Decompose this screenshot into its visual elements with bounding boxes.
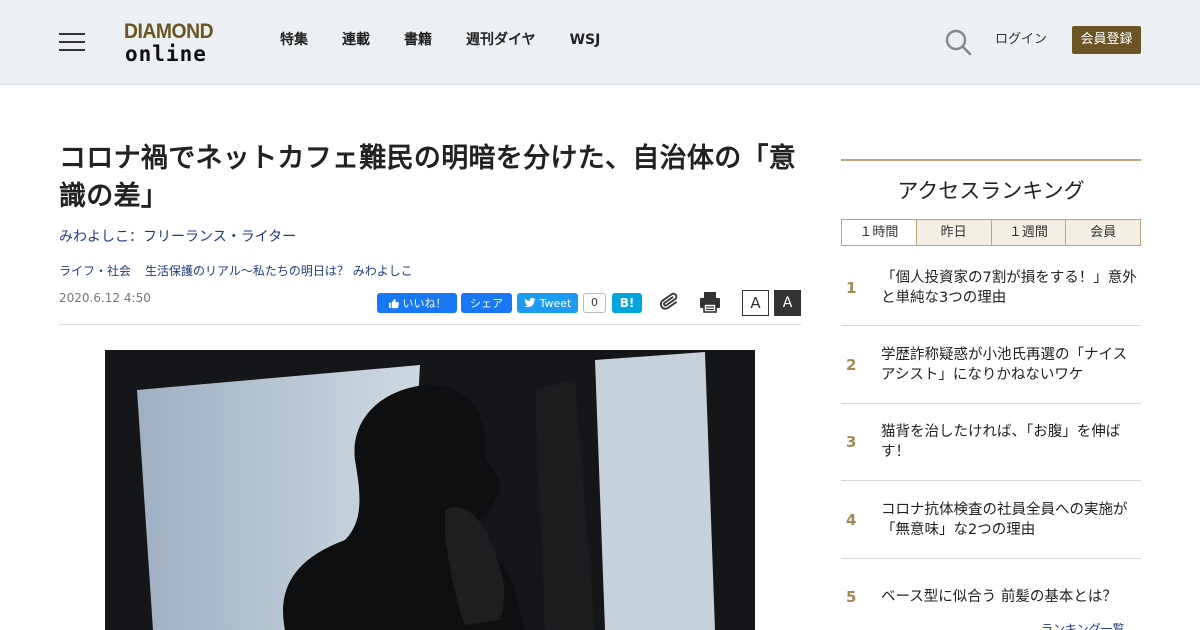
rank-number: 5 — [846, 588, 857, 607]
register-button[interactable]: 会員登録 — [1072, 26, 1141, 54]
tag-category[interactable]: ライフ・社会 — [59, 262, 131, 280]
logo-diamond: DIAMOND — [124, 20, 214, 43]
article-photo — [105, 350, 755, 630]
logo-online: online — [125, 42, 207, 66]
rank-number: 1 — [846, 278, 857, 297]
ranking-item[interactable]: 2 学歴詐称疑惑が小池氏再選の「ナイスアシスト」になりかねないワケ — [841, 326, 1141, 404]
ranking-item[interactable]: 3 猫背を治したければ、「お腹」を伸ばす！ — [841, 404, 1141, 482]
ranking-list: 1 「個人投資家の7割が損をする！」意外と単純な3つの理由 2 学歴詐称疑惑が小… — [841, 249, 1141, 630]
hatena-bookmark-button[interactable]: B! — [612, 293, 642, 313]
tweet-label: Tweet — [539, 296, 572, 310]
login-link[interactable]: ログイン — [995, 31, 1047, 49]
nav-weekly[interactable]: 週刊ダイヤ — [466, 30, 536, 52]
thumbs-up-icon — [388, 298, 399, 308]
ranking-item[interactable]: 1 「個人投資家の7割が損をする！」意外と単純な3つの理由 — [841, 249, 1141, 327]
article-date: 2020.6.12 4:50 — [59, 291, 151, 305]
ranking-more-link[interactable]: ランキング一覧 — [1041, 621, 1125, 630]
site-logo[interactable]: DIAMOND online — [124, 20, 226, 66]
nav-shoseki[interactable]: 書籍 — [404, 30, 432, 52]
twitter-bird-icon — [523, 298, 536, 308]
search-icon[interactable] — [944, 28, 972, 56]
nav-tokushu[interactable]: 特集 — [280, 30, 308, 52]
article-author[interactable]: みわよしこ：フリーランス・ライター — [59, 227, 296, 247]
tweet-count: 0 — [583, 293, 606, 313]
rank-number: 2 — [846, 355, 857, 374]
tab-1week[interactable]: １週間 — [990, 220, 1066, 245]
font-size-small-button[interactable]: A — [742, 290, 769, 316]
ranking-item[interactable]: 4 コロナ抗体検査の社員全員への実施が「無意味」な2つの理由 — [841, 481, 1141, 559]
facebook-like-label: いいね！ — [402, 297, 447, 310]
rank-number: 4 — [846, 510, 857, 529]
ranking-item[interactable]: 5 ベース型に似合う 前髪の基本とは？ — [841, 559, 1141, 630]
facebook-like-button[interactable]: いいね！ — [377, 293, 457, 313]
print-icon[interactable] — [698, 290, 722, 314]
article-tags: ライフ・社会 生活保護のリアル～私たちの明日は？ みわよしこ — [59, 262, 427, 280]
rank-headline[interactable]: コロナ抗体検査の社員全員への実施が「無意味」な2つの理由 — [881, 481, 1139, 558]
clip-icon[interactable] — [657, 290, 681, 314]
rank-headline[interactable]: 学歴詐称疑惑が小池氏再選の「ナイスアシスト」になりかねないワケ — [881, 326, 1139, 403]
rank-headline[interactable]: ベース型に似合う 前髪の基本とは？ — [881, 559, 1139, 630]
tab-1hour[interactable]: １時間 — [842, 220, 916, 245]
nav-wsj[interactable]: WSJ — [570, 30, 601, 52]
facebook-share-button[interactable]: シェア — [461, 293, 512, 313]
rank-headline[interactable]: 「個人投資家の7割が損をする！」意外と単純な3つの理由 — [881, 249, 1139, 326]
tag-series[interactable]: 生活保護のリアル～私たちの明日は？ みわよしこ — [145, 262, 413, 280]
ranking-title: アクセスランキング — [897, 179, 1085, 203]
tweet-button[interactable]: Tweet — [517, 293, 578, 313]
rank-number: 3 — [846, 433, 857, 452]
rank-headline[interactable]: 猫背を治したければ、「お腹」を伸ばす！ — [881, 404, 1139, 481]
nav-rensai[interactable]: 連載 — [342, 30, 370, 52]
tab-members[interactable]: 会員 — [1065, 220, 1140, 245]
menu-icon[interactable] — [59, 31, 85, 53]
sidebar-rule — [841, 159, 1141, 161]
font-size-large-button[interactable]: A — [774, 290, 801, 316]
ranking-tabs: １時間 昨日 １週間 会員 — [841, 219, 1141, 246]
tab-yesterday[interactable]: 昨日 — [915, 220, 991, 245]
main-nav: 特集 連載 書籍 週刊ダイヤ WSJ — [280, 30, 634, 52]
article-title: コロナ禍でネットカフェ難民の明暗を分けた、自治体の「意識の差」 — [59, 143, 797, 212]
site-header: DIAMOND online 特集 連載 書籍 週刊ダイヤ WSJ ログイン 会… — [0, 0, 1200, 85]
divider — [59, 324, 801, 325]
